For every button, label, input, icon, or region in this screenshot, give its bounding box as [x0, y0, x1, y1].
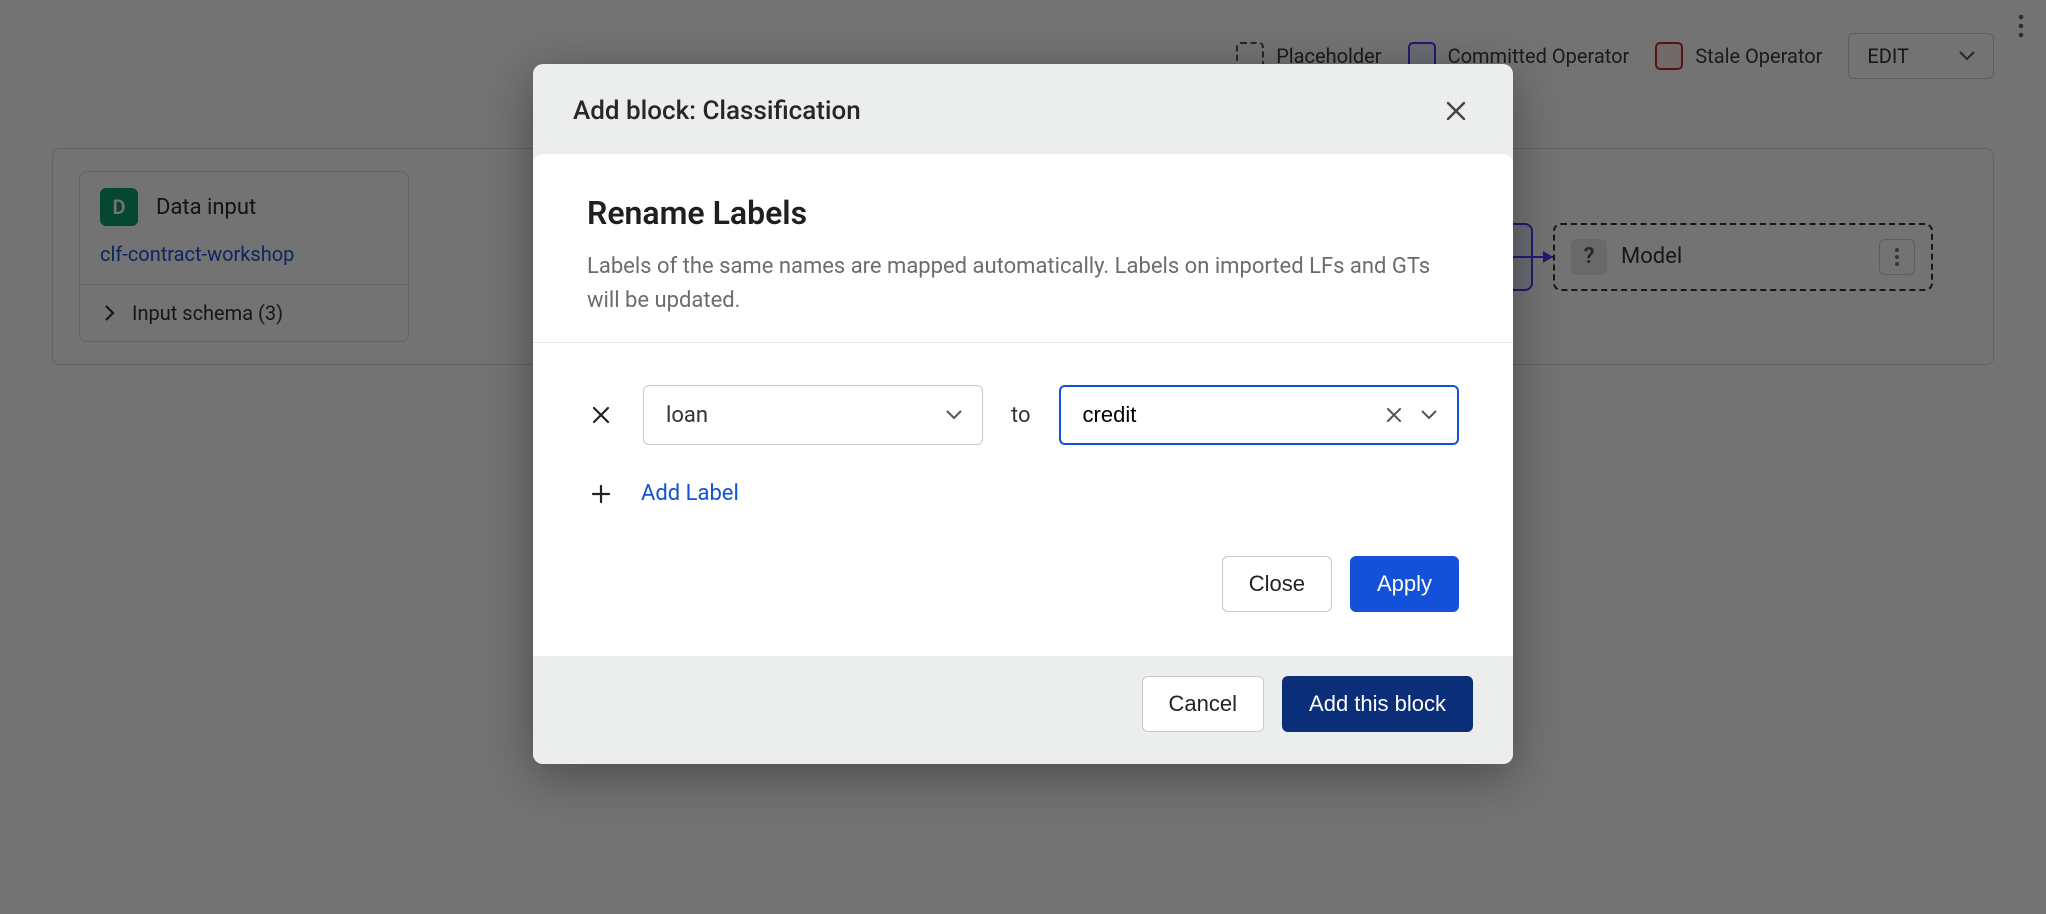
- close-icon: [591, 405, 611, 425]
- to-label-input[interactable]: [1059, 385, 1459, 445]
- close-icon: [1385, 406, 1403, 424]
- from-label-value: loan: [666, 403, 708, 428]
- remove-mapping-button[interactable]: [587, 401, 615, 429]
- rename-labels-description: Labels of the same names are mapped auto…: [587, 250, 1437, 318]
- close-icon: [1445, 100, 1467, 122]
- from-label-dropdown-toggle[interactable]: [942, 406, 966, 424]
- chevron-down-icon: [946, 410, 962, 420]
- to-label: to: [1011, 403, 1031, 428]
- chevron-down-icon: [1421, 410, 1437, 420]
- from-label-select[interactable]: loan: [643, 385, 983, 445]
- to-label-dropdown-toggle[interactable]: [1417, 406, 1441, 424]
- rename-labels-footer: Close Apply: [533, 556, 1513, 656]
- add-block-modal-title: Add block: Classification: [573, 96, 861, 126]
- clear-to-label-button[interactable]: [1381, 402, 1407, 428]
- plus-icon: [591, 484, 611, 504]
- close-modal-button[interactable]: [1439, 94, 1473, 128]
- add-block-modal: Add block: Classification Rename Labels …: [533, 64, 1513, 764]
- rename-labels-form: loan to: [533, 343, 1513, 556]
- add-block-modal-footer: Cancel Add this block: [533, 656, 1513, 764]
- add-block-button[interactable]: Add this block: [1282, 676, 1473, 732]
- add-label-link[interactable]: Add Label: [641, 481, 739, 506]
- to-label-field[interactable]: [1083, 402, 1371, 428]
- apply-button[interactable]: Apply: [1350, 556, 1459, 612]
- rename-labels-title: Rename Labels: [587, 194, 1459, 232]
- label-mapping-row: loan to: [587, 385, 1459, 445]
- add-label-row: Add Label: [587, 481, 1459, 506]
- cancel-button[interactable]: Cancel: [1142, 676, 1264, 732]
- close-button[interactable]: Close: [1222, 556, 1332, 612]
- rename-labels-modal: Rename Labels Labels of the same names a…: [533, 154, 1513, 656]
- modal-overlay: Add block: Classification Rename Labels …: [0, 0, 2046, 914]
- add-block-modal-header: Add block: Classification: [533, 64, 1513, 154]
